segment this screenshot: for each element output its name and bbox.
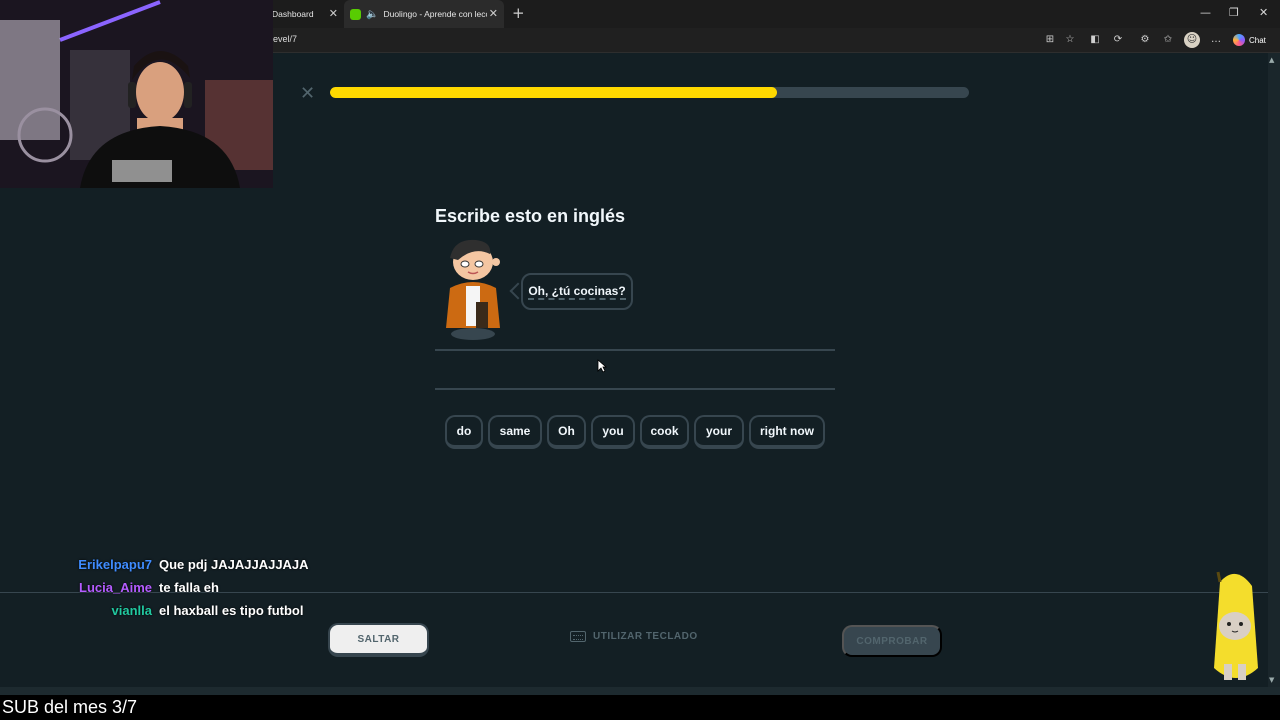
- banana-cat-sticker: [1214, 571, 1258, 680]
- chat-message-text: te falla eh: [159, 580, 219, 595]
- reader-mode-icon[interactable]: ⊞: [1042, 32, 1058, 48]
- lesson-progress-fill: [330, 87, 778, 98]
- close-lesson-icon[interactable]: ✕: [300, 83, 315, 104]
- word-bank-tile[interactable]: right now: [749, 415, 825, 449]
- chat-username: Erikelpapu7: [78, 557, 152, 572]
- speech-bubble: Oh, ¿tú cocinas?: [521, 273, 633, 310]
- favorite-star-icon[interactable]: ☆: [1062, 32, 1078, 48]
- favorites-icon[interactable]: ✩: [1160, 32, 1176, 48]
- character-illustration: [446, 239, 500, 340]
- tab-duolingo[interactable]: 🔈 Duolingo - Aprende con lecc ✕: [344, 0, 504, 28]
- stream-chat-message: Erikelpapu7 Que pdj JAJAJJAJJAJA: [0, 557, 330, 577]
- lesson-progress-bar: [330, 87, 969, 98]
- copilot-icon: [1233, 34, 1245, 46]
- close-icon[interactable]: ✕: [489, 7, 498, 20]
- restore-icon[interactable]: ❐: [1229, 6, 1239, 19]
- use-keyboard-label: UTILIZAR TECLADO: [593, 631, 698, 642]
- stream-chat-message: vianlla el haxball es tipo futbol: [0, 603, 330, 623]
- page-scrollbar[interactable]: [1268, 53, 1280, 687]
- browser-status-strip: [0, 687, 1280, 695]
- chat-button-label: Chat: [1249, 35, 1266, 45]
- stream-bottom-banner: SUB del mes 3/7: [0, 695, 1280, 720]
- keyboard-icon: [570, 631, 586, 642]
- minimize-icon[interactable]: —: [1200, 6, 1211, 19]
- word-bank-tile[interactable]: Oh: [547, 415, 586, 449]
- chat-username: vianlla: [111, 603, 152, 618]
- speech-bubble-text[interactable]: Oh, ¿tú cocinas?: [528, 284, 626, 300]
- word-bank-tile[interactable]: do: [445, 415, 483, 449]
- tab-label: Dashboard: [272, 9, 314, 19]
- new-tab-icon[interactable]: +: [512, 4, 525, 22]
- scroll-up-icon[interactable]: ▲: [1269, 56, 1274, 64]
- tab-label: Duolingo - Aprende con lecc: [383, 9, 488, 19]
- answer-line-2: [435, 388, 835, 390]
- skip-button[interactable]: SALTAR: [328, 623, 429, 657]
- word-bank-tile[interactable]: you: [591, 415, 635, 449]
- word-bank-tile[interactable]: cook: [640, 415, 689, 449]
- chat-username: Lucia_Aime: [79, 580, 152, 595]
- chat-message-text: el haxball es tipo futbol: [159, 603, 304, 618]
- streamer-webcam: [0, 0, 273, 188]
- duolingo-favicon-icon: [350, 8, 361, 20]
- profile-avatar-icon[interactable]: ☺: [1184, 32, 1200, 48]
- refresh-extension-icon[interactable]: ⟳: [1110, 32, 1126, 48]
- check-button[interactable]: COMPROBAR: [842, 625, 942, 657]
- copilot-chat-button[interactable]: Chat: [1230, 31, 1272, 49]
- stream-chat-message: Lucia_Aime te falla eh: [0, 580, 330, 600]
- more-menu-icon[interactable]: …: [1208, 32, 1224, 48]
- chat-message-text: Que pdj JAJAJJAJJAJA: [159, 557, 309, 572]
- answer-line-1: [435, 349, 835, 351]
- close-icon[interactable]: ✕: [329, 7, 338, 20]
- url-text[interactable]: level/7: [271, 34, 297, 44]
- challenge-prompt: Escribe esto en inglés: [435, 206, 626, 226]
- scroll-down-icon[interactable]: ▼: [1269, 676, 1274, 684]
- word-bank-tile[interactable]: same: [488, 415, 542, 449]
- tab-dashboard[interactable]: Dashboard ✕: [268, 0, 344, 28]
- extensions-puzzle-icon[interactable]: ⚙: [1137, 32, 1153, 48]
- speaker-icon[interactable]: 🔈: [366, 9, 378, 20]
- extension-icon[interactable]: ◧: [1087, 32, 1103, 48]
- word-bank-tile[interactable]: your: [694, 415, 744, 449]
- webcam-image: [0, 0, 273, 188]
- sub-of-month-text: SUB del mes 3/7: [2, 697, 138, 717]
- use-keyboard-button[interactable]: UTILIZAR TECLADO: [570, 631, 698, 642]
- mouse-cursor-icon: [597, 359, 607, 373]
- window-close-icon[interactable]: ✕: [1259, 6, 1268, 19]
